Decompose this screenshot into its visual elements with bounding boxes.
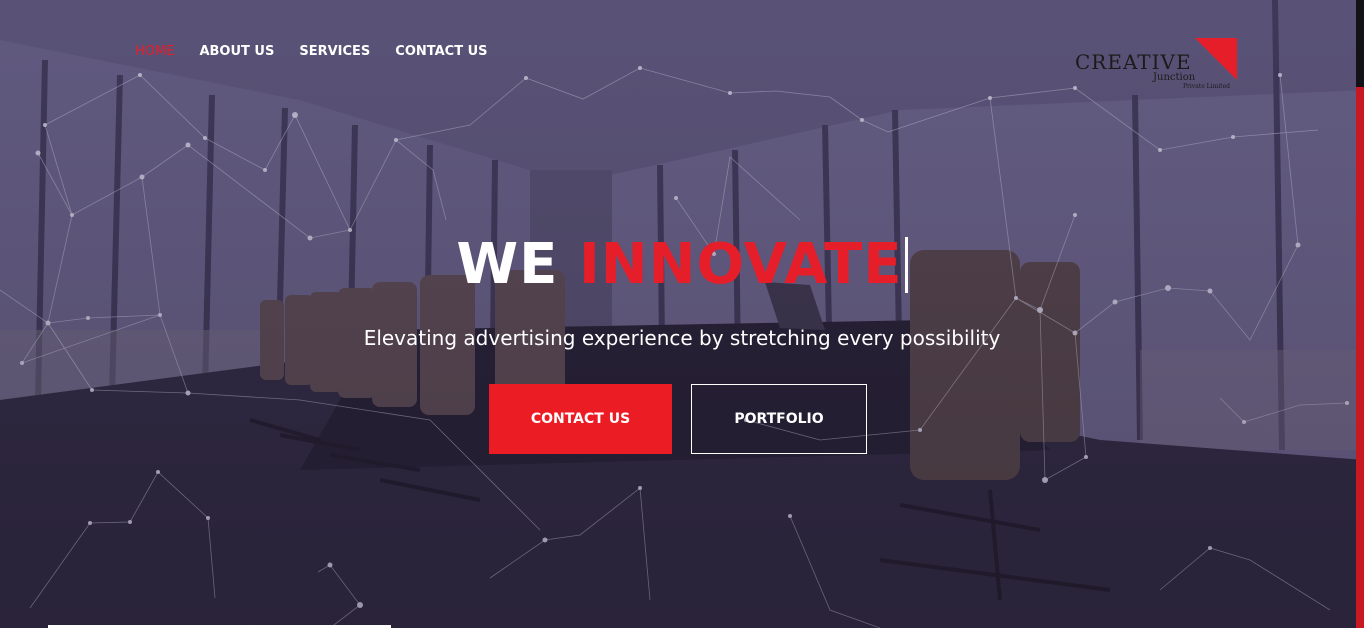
nav-contact-us[interactable]: CONTACT US <box>395 44 487 59</box>
portfolio-button[interactable]: PORTFOLIO <box>691 384 867 454</box>
contact-us-button[interactable]: CONTACT US <box>489 384 672 454</box>
scrollbar-thumb[interactable] <box>1356 87 1364 628</box>
nav-home[interactable]: HOME <box>135 44 174 59</box>
scrollbar-track[interactable] <box>1356 0 1364 87</box>
logo-sub2: Private Limited <box>1183 83 1230 90</box>
hero-headline: WE INNOVATE <box>0 232 1364 297</box>
logo-triangle-icon <box>1195 38 1237 80</box>
logo-name: CREATIVE <box>1075 50 1192 74</box>
background-overlay <box>0 0 1364 628</box>
hero-section: HOME ABOUT US SERVICES CONTACT US CREATI… <box>0 0 1364 628</box>
typing-cursor <box>904 237 908 293</box>
main-nav: HOME ABOUT US SERVICES CONTACT US <box>135 44 488 59</box>
hero-subtitle: Elevating advertising experience by stre… <box>363 326 1001 350</box>
logo-sub: Junction <box>1153 72 1196 83</box>
site-logo[interactable]: CREATIVE Junction Private Limited <box>1075 38 1245 94</box>
nav-services[interactable]: SERVICES <box>299 44 370 59</box>
nav-about-us[interactable]: ABOUT US <box>199 44 274 59</box>
headline-white-word: WE <box>456 232 559 297</box>
headline-red-word: INNOVATE <box>578 232 903 297</box>
